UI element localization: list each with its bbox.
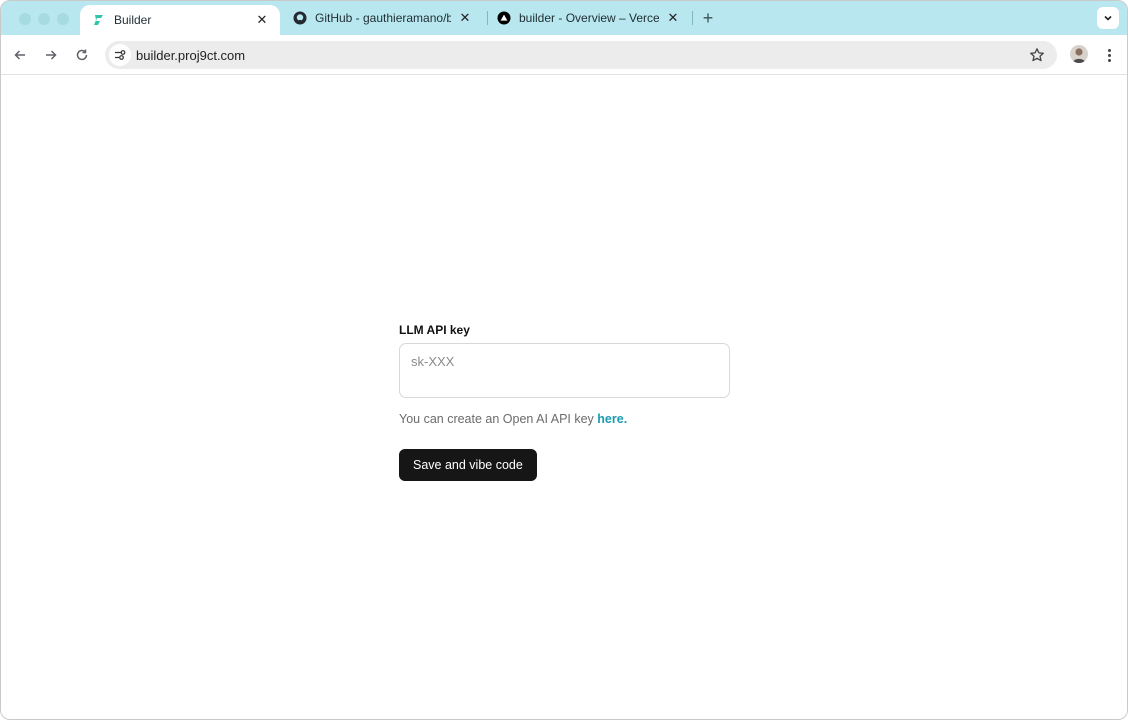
tab-separator — [692, 11, 693, 25]
page-content: LLM API key You can create an Open AI AP… — [1, 76, 1127, 719]
reload-button[interactable] — [72, 45, 92, 65]
address-bar[interactable]: builder.proj9ct.com — [105, 41, 1057, 69]
api-key-label: LLM API key — [399, 323, 470, 337]
browser-toolbar: builder.proj9ct.com — [1, 35, 1127, 75]
save-and-vibe-code-button[interactable]: Save and vibe code — [399, 449, 537, 481]
chevron-down-icon — [1104, 15, 1112, 21]
browser-window: Builder ✕ GitHub - gauthieramano/build ✕… — [0, 0, 1128, 720]
tab-title: builder - Overview – Vercel — [519, 11, 659, 25]
tab-github[interactable]: GitHub - gauthieramano/build ✕ — [281, 1, 483, 35]
forward-button[interactable] — [41, 45, 61, 65]
tab-strip: Builder ✕ GitHub - gauthieramano/build ✕… — [1, 1, 1127, 35]
github-icon — [293, 11, 307, 25]
api-key-hint: You can create an Open AI API key here. — [399, 410, 731, 428]
new-tab-button[interactable]: + — [699, 9, 717, 27]
close-window-button[interactable] — [19, 13, 31, 25]
builder-logo-icon — [92, 13, 106, 27]
openai-key-link[interactable]: here. — [597, 412, 627, 426]
arrow-left-icon — [14, 50, 25, 60]
reload-icon — [76, 49, 88, 61]
arrow-right-icon — [46, 50, 57, 60]
tab-vercel[interactable]: builder - Overview – Vercel ✕ — [485, 1, 691, 35]
browser-menu-button[interactable] — [1101, 45, 1117, 65]
tab-builder[interactable]: Builder ✕ — [80, 5, 280, 35]
vercel-icon — [497, 11, 511, 25]
maximize-window-button[interactable] — [57, 13, 69, 25]
tab-search-button[interactable] — [1097, 7, 1119, 29]
close-tab-icon[interactable]: ✕ — [457, 10, 473, 26]
tab-title: GitHub - gauthieramano/build — [315, 11, 451, 25]
close-tab-icon[interactable]: ✕ — [254, 12, 270, 28]
url-text: builder.proj9ct.com — [136, 48, 246, 63]
site-info-icon[interactable] — [109, 44, 131, 66]
api-key-input[interactable] — [399, 343, 730, 398]
tab-title: Builder — [114, 13, 152, 27]
api-key-form: LLM API key You can create an Open AI AP… — [399, 322, 731, 481]
profile-avatar[interactable] — [1070, 45, 1088, 63]
hint-text: You can create an Open AI API key — [399, 412, 598, 426]
bookmark-star-icon[interactable] — [1029, 47, 1045, 63]
back-button[interactable] — [10, 45, 30, 65]
minimize-window-button[interactable] — [38, 13, 50, 25]
close-tab-icon[interactable]: ✕ — [665, 10, 681, 26]
